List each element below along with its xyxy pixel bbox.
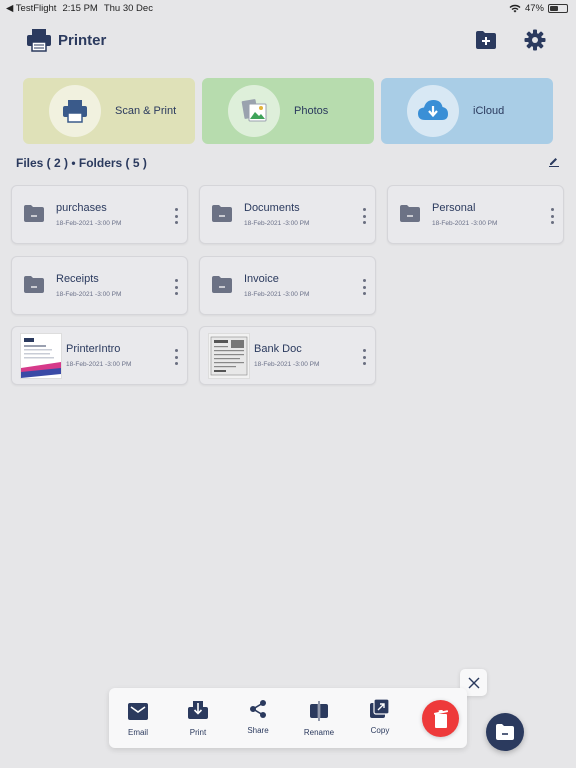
folder-icon (400, 205, 420, 222)
folder-menu-icon (496, 724, 514, 740)
section-title: Files ( 2 ) • Folders ( 5 ) (16, 156, 147, 170)
scan-print-card[interactable]: Scan & Print (23, 78, 195, 144)
copy-button[interactable]: Copy (355, 698, 405, 735)
photos-icon (241, 99, 267, 122)
cloud-download-icon (418, 100, 448, 120)
status-time: 2:15 PM (62, 3, 98, 14)
item-date: 18-Feb-2021 -3:00 PM (66, 361, 132, 368)
more-options-icon[interactable] (175, 208, 179, 224)
item-name: Bank Doc (254, 343, 302, 355)
print-label: Print (189, 728, 207, 737)
item-name: PrinterIntro (66, 343, 121, 355)
rename-label: Rename (303, 728, 335, 737)
action-bar: Email Print Share Rename Copy (109, 688, 467, 748)
email-label: Email (127, 728, 148, 737)
share-label: Share (247, 726, 269, 735)
item-name: Personal (432, 202, 476, 214)
icloud-card[interactable]: iCloud (381, 78, 553, 144)
add-folder-button[interactable] (474, 28, 498, 52)
item-date: 18-Feb-2021 -3:00 PM (432, 220, 498, 227)
wifi-icon (509, 4, 521, 13)
more-options-icon[interactable] (363, 208, 367, 224)
folder-icon (24, 205, 44, 222)
icloud-circle (407, 85, 459, 137)
item-date: 18-Feb-2021 -3:00 PM (244, 220, 310, 227)
item-name: Receipts (56, 273, 99, 285)
scanned-document-icon (210, 336, 248, 376)
list-item[interactable]: Receipts 18-Feb-2021 -3:00 PM (11, 256, 188, 315)
status-bar: ◀ TestFlight 2:15 PM Thu 30 Dec 47% (0, 0, 576, 16)
app-title: Printer (58, 32, 107, 49)
share-button[interactable]: Share (233, 698, 283, 735)
folder-menu-button[interactable] (486, 713, 524, 751)
gear-icon (524, 29, 546, 51)
photos-label: Photos (294, 105, 329, 117)
item-date: 18-Feb-2021 -3:00 PM (254, 361, 320, 368)
back-app-label: TestFlight (15, 3, 57, 14)
status-date: Thu 30 Dec (103, 3, 153, 14)
file-thumbnail (20, 333, 62, 379)
more-options-icon[interactable] (175, 279, 179, 295)
folder-icon (212, 276, 232, 293)
category-cards: Scan & Print Photos iCloud (23, 78, 554, 144)
edit-icon[interactable] (548, 155, 560, 167)
item-date: 18-Feb-2021 -3:00 PM (244, 291, 310, 298)
photos-card[interactable]: Photos (202, 78, 374, 144)
folder-plus-icon (476, 31, 496, 49)
scan-print-circle (49, 85, 101, 137)
settings-button[interactable] (523, 28, 547, 52)
document-preview-icon (21, 338, 61, 378)
copy-icon (370, 699, 390, 718)
delete-button[interactable] (422, 700, 459, 737)
rename-icon (310, 701, 328, 721)
folder-icon (24, 276, 44, 293)
back-to-app-link[interactable]: ◀ TestFlight (6, 3, 56, 14)
list-item[interactable]: Bank Doc 18-Feb-2021 -3:00 PM (199, 326, 376, 385)
more-options-icon[interactable] (175, 349, 179, 365)
scan-print-label: Scan & Print (115, 105, 177, 117)
trash-icon (433, 709, 448, 728)
battery-percent: 47% (524, 3, 544, 14)
more-options-icon[interactable] (363, 279, 367, 295)
printer-logo-icon (27, 29, 51, 52)
battery-icon (548, 4, 568, 13)
more-options-icon[interactable] (363, 349, 367, 365)
item-date: 18-Feb-2021 -3:00 PM (56, 220, 122, 227)
rename-button[interactable]: Rename (294, 700, 344, 737)
item-name: Invoice (244, 273, 279, 285)
list-item[interactable]: Documents 18-Feb-2021 -3:00 PM (199, 185, 376, 244)
item-date: 18-Feb-2021 -3:00 PM (56, 291, 122, 298)
item-name: purchases (56, 202, 107, 214)
share-icon (250, 700, 266, 718)
app-header: Printer (0, 22, 576, 58)
list-item[interactable]: PrinterIntro 18-Feb-2021 -3:00 PM (11, 326, 188, 385)
list-item[interactable]: Personal 18-Feb-2021 -3:00 PM (387, 185, 564, 244)
copy-label: Copy (370, 726, 390, 735)
photos-circle (228, 85, 280, 137)
print-icon (188, 701, 208, 719)
list-item[interactable]: Invoice 18-Feb-2021 -3:00 PM (199, 256, 376, 315)
file-thumbnail (208, 333, 250, 379)
section-header: Files ( 2 ) • Folders ( 5 ) (16, 154, 562, 170)
email-icon (128, 702, 148, 720)
list-item[interactable]: purchases 18-Feb-2021 -3:00 PM (11, 185, 188, 244)
close-icon (468, 677, 479, 688)
item-name: Documents (244, 202, 300, 214)
print-button[interactable]: Print (173, 700, 223, 737)
folder-icon (212, 205, 232, 222)
printer-icon (63, 100, 87, 123)
icloud-label: iCloud (473, 105, 505, 117)
email-button[interactable]: Email (113, 700, 163, 737)
more-options-icon[interactable] (551, 208, 555, 224)
